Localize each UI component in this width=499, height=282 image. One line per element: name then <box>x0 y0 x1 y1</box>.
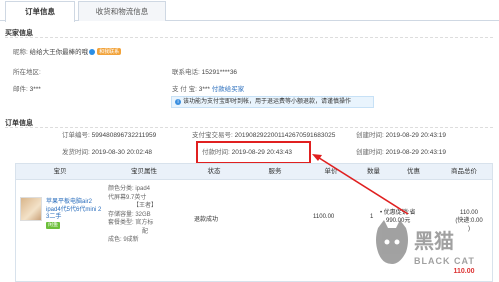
order-no-row: 订单编号: 599480896732211959 <box>62 129 156 139</box>
alipay-trade-label: 支付宝交易号: <box>192 132 233 139</box>
paid-time-dup: 创建时间: 2019-08-29 20:43:19 <box>356 146 446 156</box>
phone-row: 联系电话: 15291****36 <box>172 66 237 76</box>
black-cat-watermark: 黑猫 BLACK CAT <box>376 220 475 266</box>
divider <box>5 127 493 128</box>
th-service: 服务 <box>268 168 282 175</box>
alipay-label: 支 付 宝: <box>172 86 197 93</box>
phone-label: 联系电话: <box>172 69 200 76</box>
th-price: 单价 <box>324 168 338 175</box>
unit-price: 1100.00 <box>313 214 335 220</box>
attr-line: 成色: 9成新 <box>108 237 139 243</box>
shipped-time-row: 发货时间: 2019-08-30 20:02:48 <box>62 146 152 156</box>
tab-shipping-logistics[interactable]: 收货和物流信息 <box>78 1 166 21</box>
divider <box>5 37 493 38</box>
nickname-label: 昵称: <box>13 49 28 56</box>
product-title-link[interactable]: 苹果平板电脑air2 ipad4代5代6代mini 2 3二手 闲鱼 <box>46 199 106 229</box>
attr-line: 颜色分类: ipad4 <box>108 186 151 192</box>
region-label: 所在地区: <box>13 69 41 76</box>
total-amount: 110.00 <box>460 210 478 216</box>
th-total: 商品总价 <box>451 168 477 175</box>
notice-text: 该功能为支付宝即时到帐，用于退运费等小额退款，请谨慎操作 <box>183 99 352 105</box>
th-qty: 数量 <box>367 168 380 175</box>
watermark-en: BLACK CAT <box>414 256 475 266</box>
created-label-2: 创建时间: <box>356 149 384 156</box>
attr-line: 存储容量: 32GB <box>108 211 151 218</box>
paid-time-highlight-box <box>196 141 311 164</box>
th-attrs: 宝贝属性 <box>131 168 157 175</box>
info-icon: i <box>175 99 181 105</box>
nickname-value: 给给大王你最棒的哦 <box>29 49 89 56</box>
alipay-trade-row: 支付宝交易号: 20190829220011426705916830​25 <box>192 129 335 139</box>
refund-status-link[interactable]: 退款成功 <box>194 214 218 223</box>
attr-line: 配 <box>141 228 148 235</box>
alipay-value: 3*** <box>198 86 210 93</box>
wangwang-icon[interactable] <box>89 49 96 55</box>
th-status: 状态 <box>207 168 221 175</box>
email-value: 3*** <box>29 86 41 93</box>
created-value-2: 2019-08-29 20:43:19 <box>385 149 446 156</box>
attr-line: 套餐类型: 官方标 <box>108 220 154 226</box>
watermark-cn: 黑猫 <box>414 229 454 253</box>
shipped-value: 2019-08-30 20:02:48 <box>91 149 152 156</box>
phone-value: 15291****36 <box>201 69 238 76</box>
alipay-trade-value: 20190829220011426705916830​25 <box>234 132 336 139</box>
created-value: 2019-08-29 20:43:19 <box>385 132 446 139</box>
email-label: 邮件: <box>13 86 28 93</box>
pay-buyer-link[interactable]: 付款给买家 <box>212 86 245 93</box>
tab-order-info[interactable]: 订单信息 <box>5 1 75 22</box>
region-row: 所在地区: <box>13 66 41 76</box>
shipped-label: 发货时间: <box>62 149 90 156</box>
order-no-value: 599480896732211959 <box>91 132 157 139</box>
th-discount: 优惠 <box>407 168 420 175</box>
buyer-nickname-row: 昵称: 给给大王你最棒的哦 和我联系 <box>13 46 122 56</box>
xianyu-tag: 闲鱼 <box>46 221 61 229</box>
email-row: 邮件: 3*** <box>13 83 41 93</box>
contact-badge[interactable]: 和我联系 <box>97 48 122 55</box>
order-no-label: 订单编号: <box>62 132 90 139</box>
table-header: 宝贝 宝贝属性 状态 服务 单价 数量 优惠 商品总价 <box>16 164 492 180</box>
product-attributes: 颜色分类: ipad4 代屏幕9.7英寸 【王者】 存储容量: 32GB 套餐类… <box>108 185 182 245</box>
alipay-row: 支 付 宝: 3*** 付款给买家 <box>172 83 244 93</box>
th-item: 宝贝 <box>53 168 67 175</box>
created-time-row: 创建时间: 2019-08-29 20:43:19 <box>356 129 446 139</box>
discount-label: • 优惠促销:省 <box>380 210 416 216</box>
product-title[interactable]: 苹果平板电脑air2 ipad4代5代6代mini 2 3二手 <box>46 199 101 220</box>
attr-line: 【王者】 <box>132 203 157 209</box>
alipay-notice: i 该功能为支付宝即时到帐，用于退运费等小额退款，请谨慎操作 <box>171 96 374 108</box>
tab-bar: 订单信息 收货和物流信息 <box>0 0 499 22</box>
product-thumbnail[interactable] <box>20 197 42 221</box>
created-label: 创建时间: <box>356 132 384 139</box>
attr-line: 代屏幕9.7英寸 <box>108 194 147 201</box>
